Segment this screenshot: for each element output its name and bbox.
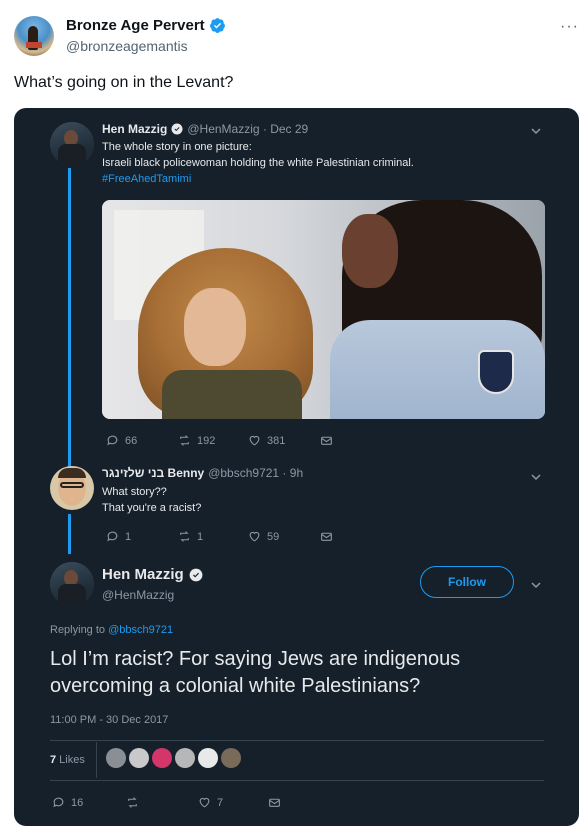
hen-avatar[interactable] <box>50 562 94 606</box>
reply-icon <box>107 435 118 446</box>
tweet2-line1: What story?? <box>102 486 167 498</box>
author-avatar[interactable] <box>14 16 54 56</box>
like-button[interactable]: 7 <box>198 796 268 809</box>
tweet-text: What’s going on in the Levant? <box>14 74 234 91</box>
tweet1-line1: The whole story in one picture: <box>102 141 252 153</box>
message-icon <box>321 436 332 445</box>
verified-badge-icon <box>171 123 183 135</box>
tweet3-author[interactable]: Hen Mazzig <box>102 566 203 583</box>
retweet-icon <box>180 531 189 542</box>
divider <box>50 780 544 781</box>
liker-avatar[interactable] <box>175 748 195 768</box>
author-name-text: Bronze Age Pervert <box>66 17 205 34</box>
message-button[interactable] <box>320 434 333 447</box>
thread-line <box>68 168 71 508</box>
tweet1-body: The whole story in one picture: Israeli … <box>102 139 414 187</box>
reply-button[interactable]: 1 <box>106 530 178 543</box>
likes-summary[interactable]: 7 Likes <box>50 754 85 766</box>
tweet2-meta: @bbsch9721 · 9h <box>208 466 304 480</box>
tweet2-actions: 1 1 59 <box>106 530 333 543</box>
tweet3-actions: 16 7 <box>52 796 281 809</box>
verified-badge-icon <box>189 568 203 581</box>
retweet-count: 1 <box>197 530 204 543</box>
message-icon <box>269 798 280 807</box>
tweet2-name: בני שלזינגר Benny <box>102 466 205 480</box>
tweet3-text: Lol I’m racist? For saying Jews are indi… <box>50 648 461 697</box>
like-button[interactable]: 381 <box>248 434 320 447</box>
retweet-button[interactable] <box>126 796 198 809</box>
tweet2-author[interactable]: בני שלזינגר Benny @bbsch9721 · 9h <box>102 466 303 480</box>
replying-to: Replying to @bbsch9721 <box>50 624 173 636</box>
retweet-button[interactable]: 1 <box>178 530 248 543</box>
follow-button[interactable]: Follow <box>420 566 514 598</box>
chevron-down-icon[interactable] <box>530 124 542 136</box>
retweet-icon <box>128 797 137 808</box>
chevron-down-icon[interactable] <box>530 578 542 590</box>
author-name[interactable]: Bronze Age Pervert <box>66 17 226 34</box>
reply-icon <box>53 797 64 808</box>
retweet-count: 192 <box>197 434 216 447</box>
tweet2-line2: That you're a racist? <box>102 502 202 514</box>
like-icon <box>199 797 210 808</box>
hashtag-link[interactable]: #FreeAhedTamimi <box>102 171 414 187</box>
avatar-figure-shorts <box>26 42 42 48</box>
message-button[interactable] <box>268 796 281 809</box>
replying-prefix: Replying to <box>50 624 109 636</box>
author-handle[interactable]: @bronzeagemantis <box>66 38 188 54</box>
likers-avatars <box>106 748 241 768</box>
hen-avatar[interactable] <box>50 122 94 166</box>
tweet3-handle[interactable]: @HenMazzig <box>102 588 174 602</box>
chevron-down-icon[interactable] <box>530 470 542 482</box>
reply-count: 1 <box>125 530 132 543</box>
police-patch <box>478 350 514 394</box>
like-icon <box>249 435 260 446</box>
embedded-screenshot: Hen Mazzig @HenMazzig · Dec 29 The whole… <box>14 108 579 826</box>
retweet-button[interactable]: 192 <box>178 434 248 447</box>
tweet1-author[interactable]: Hen Mazzig @HenMazzig · Dec 29 <box>102 122 308 136</box>
message-button[interactable] <box>320 530 333 543</box>
tweet2-body: What story?? That you're a racist? <box>102 484 201 516</box>
like-button[interactable]: 59 <box>248 530 320 543</box>
divider <box>50 740 544 741</box>
message-icon <box>321 532 332 541</box>
benny-avatar[interactable] <box>50 466 94 510</box>
reply-button[interactable]: 16 <box>52 796 126 809</box>
liker-avatar[interactable] <box>152 748 172 768</box>
liker-avatar[interactable] <box>106 748 126 768</box>
tweet-photo[interactable] <box>102 200 545 419</box>
liker-avatar[interactable] <box>198 748 218 768</box>
liker-avatar[interactable] <box>221 748 241 768</box>
reply-count: 66 <box>125 434 138 447</box>
retweet-icon <box>180 435 189 446</box>
divider <box>96 742 97 778</box>
like-icon <box>249 531 260 542</box>
tweet1-name: Hen Mazzig <box>102 122 168 136</box>
reply-count: 16 <box>71 796 84 809</box>
verified-badge-icon <box>209 18 225 33</box>
replying-handle-link[interactable]: @bbsch9721 <box>108 624 173 636</box>
like-count: 59 <box>267 530 280 543</box>
reply-button[interactable]: 66 <box>106 434 178 447</box>
reply-icon <box>107 531 118 542</box>
thread-line <box>68 514 71 554</box>
tweet1-meta: @HenMazzig · Dec 29 <box>187 122 309 136</box>
likes-label: Likes <box>56 754 85 766</box>
more-icon[interactable]: ··· <box>560 18 579 36</box>
tweet1-line2: Israeli black policewoman holding the wh… <box>102 157 414 169</box>
tweet3-name: Hen Mazzig <box>102 566 184 583</box>
tweet3-timestamp[interactable]: 11:00 PM - 30 Dec 2017 <box>50 714 168 726</box>
liker-avatar[interactable] <box>129 748 149 768</box>
like-count: 7 <box>217 796 224 809</box>
tweet1-actions: 66 192 381 <box>106 434 333 447</box>
like-count: 381 <box>267 434 286 447</box>
